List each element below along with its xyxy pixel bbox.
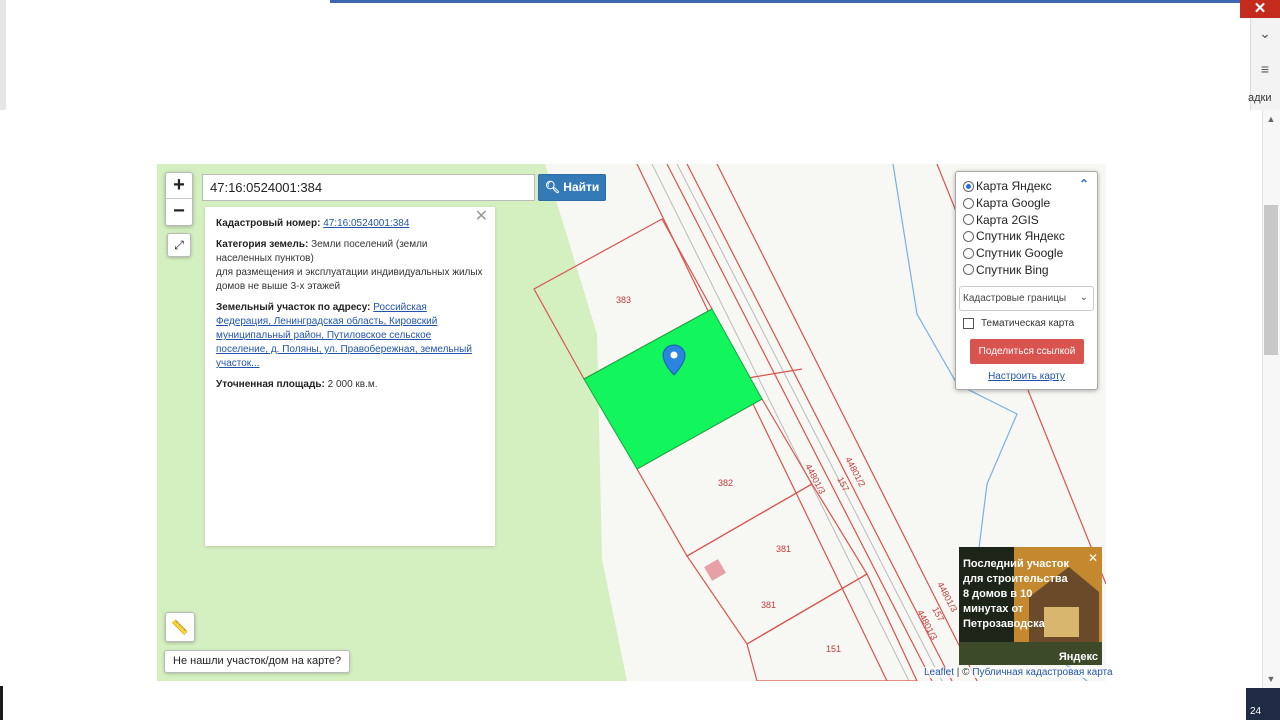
cadastral-number-label: Кадастровый номер: [216,218,321,229]
layer-option-yandex-map[interactable]: Карта Яндекс [963,178,1090,195]
radio-button[interactable] [963,180,974,192]
radio-button[interactable] [963,214,974,226]
layer-option-yandex-satellite[interactable]: Спутник Яндекс [963,228,1090,245]
layer-option-label: Спутник Bing [976,262,1049,277]
layer-option-2gis-map[interactable]: Карта 2GIS [963,211,1090,228]
zoom-control: + − [165,172,193,226]
ad-text: Последний участок для строительства 8 до… [963,558,1069,630]
cadastral-map-link[interactable]: Публичная кадастровая карта [972,667,1112,678]
overlay-select-value: Кадастровые границы [963,293,1067,305]
browser-top-area [0,0,1280,110]
menu-icon[interactable]: ≡ [1252,58,1278,80]
radio-button[interactable] [963,247,974,259]
zoom-in-button[interactable]: + [166,173,192,199]
layer-option-label: Карта Google [976,196,1051,211]
setup-map-link[interactable]: Настроить карту [963,371,1090,382]
attribution-separator: | © [954,667,973,678]
cadastral-number-row: Кадастровый номер: 47:16:0524001:384 [216,217,484,231]
layer-option-label: Спутник Google [976,246,1064,261]
parcel-label: 157 [835,475,851,493]
scroll-up-arrow-icon[interactable]: ▲ [1264,112,1278,126]
land-usage-value: для размещения и эксплуатации индивидуал… [216,267,483,292]
window-close-button[interactable]: ✕ [1240,0,1280,18]
land-category-label: Категория земель: [216,239,309,250]
close-icon[interactable]: ✕ [475,209,488,225]
building-footprint [704,559,726,581]
parcel-label: 383 [616,295,631,305]
thematic-map-checkbox[interactable] [963,318,974,330]
area-label: Уточненная площадь: [216,379,325,390]
scrollbar-thumb[interactable] [1264,205,1278,355]
layer-switcher-panel: ⌃ Карта Яндекс Карта Google Карта 2GIS С… [955,171,1098,390]
share-link-button[interactable]: Поделиться ссылкой [970,339,1084,365]
thematic-map-label: Тематическая карта [981,318,1075,330]
radio-button[interactable] [963,264,974,276]
leaflet-link[interactable]: Leaflet [924,667,954,678]
collapse-icon[interactable]: ⌃ [1079,177,1089,191]
search-input[interactable] [202,174,535,201]
page-scrollbar[interactable] [1262,110,1280,690]
address-row: Земельный участок по адресу: Российская … [216,301,484,371]
layer-option-bing-satellite[interactable]: Спутник Bing [963,261,1090,278]
layer-option-label: Карта Яндекс [976,179,1052,194]
parcel-label: 381 [761,600,776,610]
close-icon[interactable]: ✕ [1088,551,1098,565]
search-icon: 🔍︎ [544,180,560,194]
area-value: 2 000 кв.м. [327,379,378,390]
not-found-button[interactable]: Не нашли участок/дом на карте? [164,650,351,673]
layer-option-label: Карта 2GIS [976,212,1039,227]
cadastral-number-link[interactable]: 47:16:0524001:384 [323,218,409,229]
parcel-label: 382 [718,478,733,488]
search-button-label: Найти [563,180,600,194]
parcel-info-panel: ✕ Кадастровый номер: 47:16:0524001:384 К… [205,207,495,546]
zoom-out-button[interactable]: − [166,199,192,225]
fullscreen-icon[interactable]: ⤢ [167,233,191,257]
address-label: Земельный участок по адресу: [216,302,371,313]
layer-option-google-satellite[interactable]: Спутник Google [963,245,1090,262]
left-window-edge-bottom [0,686,3,720]
parcel-label: 157 [930,605,946,623]
parcel-label: 381 [776,544,791,554]
area-row: Уточненная площадь: 2 000 кв.м. [216,378,484,392]
radio-button[interactable] [963,230,974,242]
map-attribution: Leaflet | © Публичная кадастровая карта [920,667,1117,678]
search-button[interactable]: 🔍︎ Найти [538,174,606,201]
thematic-map-toggle[interactable]: Тематическая карта [963,318,1090,330]
taskbar-clock: 24 [1246,688,1280,720]
scroll-down-arrow-icon[interactable]: ▼ [1264,672,1278,686]
layer-option-label: Спутник Яндекс [976,229,1065,244]
chevron-down-icon: ⌄ [1079,292,1088,304]
chevron-down-icon[interactable]: ⌄ [1252,22,1278,44]
layer-option-google-map[interactable]: Карта Google [963,195,1090,212]
left-window-edge [0,0,6,110]
ruler-icon[interactable]: 📏 [165,612,195,642]
parcel-label: 151 [826,644,841,654]
side-toolbar-label: адки [1248,92,1272,104]
land-category-row: Категория земель: Земли поселений (земли… [216,238,484,294]
selected-parcel [583,308,763,470]
radio-button[interactable] [963,197,974,209]
overlay-select[interactable]: Кадастровые границы ⌄ [959,286,1094,312]
window-title-bar-strip [330,0,1280,3]
ad-brand-logo: Яндекс [1058,651,1098,663]
advertisement-banner[interactable]: Последний участок для строительства 8 до… [959,547,1102,665]
parcel-label: 44801/3 [803,462,827,495]
